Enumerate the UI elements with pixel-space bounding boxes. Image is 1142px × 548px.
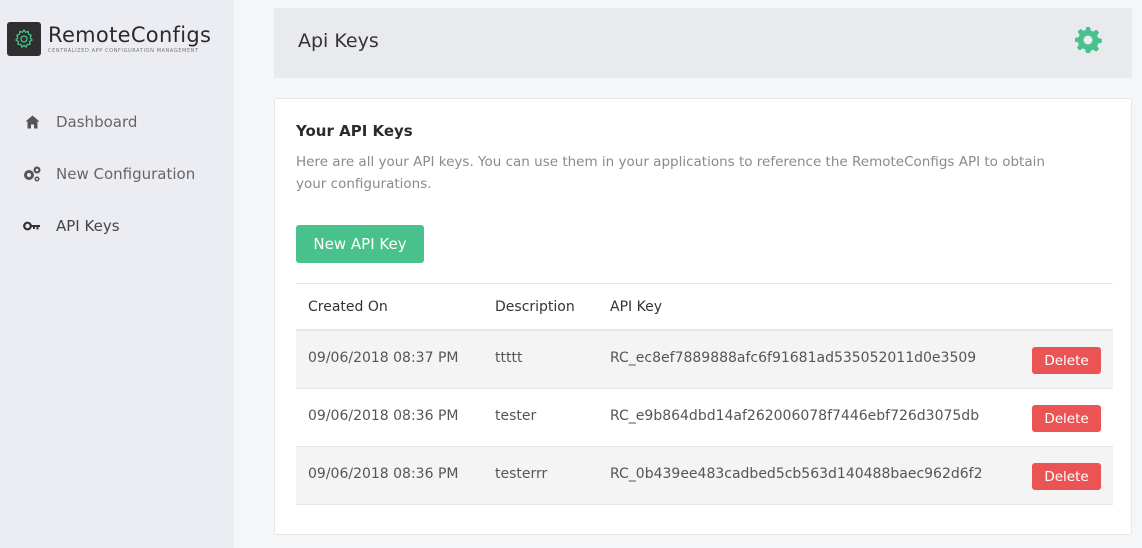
sidebar-item-label: Dashboard xyxy=(56,113,138,131)
cell-created-on: 09/06/2018 08:37 PM xyxy=(308,350,459,366)
sidebar-item-label: API Keys xyxy=(56,217,120,235)
cell-description: tester xyxy=(495,408,537,424)
card-description: Here are all your API keys. You can use … xyxy=(296,154,1045,192)
cell-created-on: 09/06/2018 08:36 PM xyxy=(308,408,459,424)
gears-icon xyxy=(22,164,42,184)
sidebar-item-api-keys[interactable]: API Keys xyxy=(0,200,234,252)
brand-tagline: Centralized App Configuration Management xyxy=(48,48,199,54)
brand[interactable]: RemoteConfigs Centralized App Configurat… xyxy=(7,22,211,56)
home-icon xyxy=(22,112,42,132)
cell-api-key: RC_0b439ee483cadbed5cb563d140488baec962d… xyxy=(610,466,983,482)
delete-button[interactable]: Delete xyxy=(1032,463,1101,490)
page-title: Api Keys xyxy=(298,30,379,52)
column-header-created-on: Created On xyxy=(308,299,388,315)
cell-created-on: 09/06/2018 08:36 PM xyxy=(308,466,459,482)
column-header-api-key: API Key xyxy=(610,299,662,315)
new-api-key-button[interactable]: New API Key xyxy=(296,225,424,263)
brand-name: RemoteConfigs xyxy=(48,23,212,47)
sidebar-item-label: New Configuration xyxy=(56,165,196,183)
table-row: 09/06/2018 08:36 PM testerrr RC_0b439ee4… xyxy=(296,447,1113,505)
table-header: Created On Description API Key xyxy=(296,283,1113,331)
card-title: Your API Keys xyxy=(296,122,413,140)
sidebar-nav: Dashboard New Configuration API Keys xyxy=(0,96,234,252)
logo-gear-icon xyxy=(7,22,41,56)
table-row: 09/06/2018 08:36 PM tester RC_e9b864dbd1… xyxy=(296,389,1113,447)
table-row: 09/06/2018 08:37 PM ttttt RC_ec8ef788988… xyxy=(296,331,1113,389)
cell-description: ttttt xyxy=(495,350,523,366)
page-header: Api Keys xyxy=(274,8,1132,78)
api-keys-card: Your API Keys Here are all your API keys… xyxy=(274,98,1132,535)
delete-button[interactable]: Delete xyxy=(1032,405,1101,432)
cell-description: testerrr xyxy=(495,466,548,482)
sidebar-item-dashboard[interactable]: Dashboard xyxy=(0,96,234,148)
cell-api-key: RC_ec8ef7889888afc6f91681ad535052011d0e3… xyxy=(610,350,977,366)
cell-api-key: RC_e9b864dbd14af262006078f7446ebf726d307… xyxy=(610,408,980,424)
column-header-description: Description xyxy=(495,299,575,315)
sidebar-item-new-configuration[interactable]: New Configuration xyxy=(0,148,234,200)
settings-gear-icon[interactable] xyxy=(1074,26,1102,54)
sidebar: RemoteConfigs Centralized App Configurat… xyxy=(0,0,234,548)
api-keys-table: Created On Description API Key 09/06/201… xyxy=(296,283,1113,505)
delete-button[interactable]: Delete xyxy=(1032,347,1101,374)
key-icon xyxy=(22,216,42,236)
